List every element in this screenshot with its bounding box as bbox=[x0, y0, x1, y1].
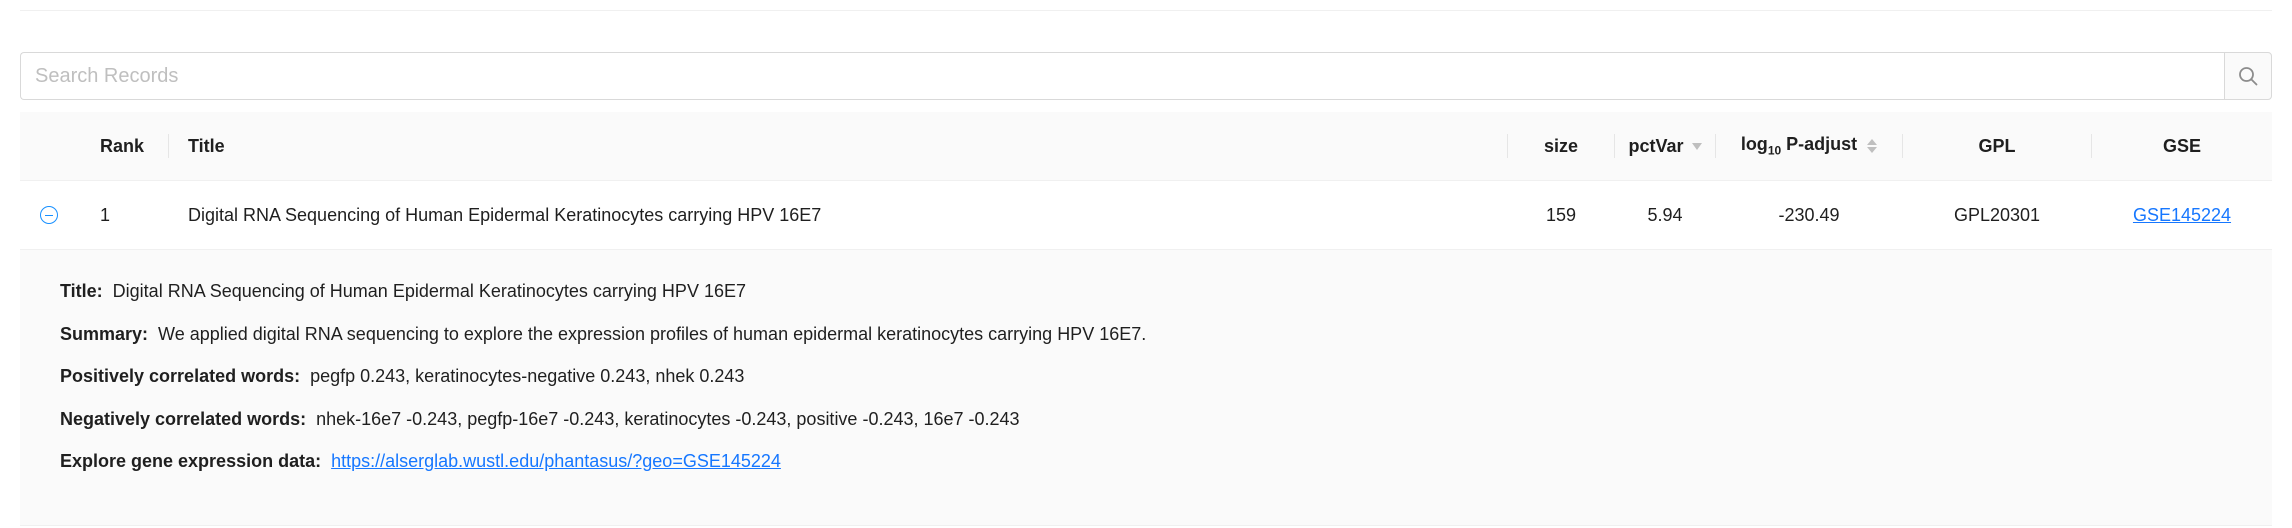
gse-link[interactable]: GSE145224 bbox=[2133, 205, 2231, 226]
search-bar bbox=[20, 52, 2272, 100]
detail-summary: Summary: We applied digital RNA sequenci… bbox=[60, 323, 1147, 344]
cell-padjust: -230.49 bbox=[1778, 204, 1840, 225]
detail-explore: Explore gene expression data: https://al… bbox=[60, 450, 781, 472]
header-pctvar[interactable]: pctVar bbox=[1615, 112, 1715, 180]
top-divider bbox=[20, 10, 2272, 11]
filter-icon[interactable] bbox=[1691, 142, 1702, 150]
header-gse: GSE bbox=[2162, 135, 2201, 156]
search-button[interactable] bbox=[2224, 52, 2272, 100]
table-header: Rank Title size pctVar log10 P-adjust GP… bbox=[20, 112, 2272, 181]
header-title: Title bbox=[188, 135, 225, 156]
sort-icon[interactable] bbox=[1867, 139, 1878, 153]
cell-size: 159 bbox=[1545, 204, 1577, 225]
header-padjust-label: log10 P-adjust bbox=[1740, 134, 1858, 158]
header-gpl: GPL bbox=[1978, 135, 2016, 156]
detail-positive-words: Positively correlated words: pegfp 0.243… bbox=[60, 366, 745, 386]
header-padjust[interactable]: log10 P-adjust bbox=[1716, 112, 1902, 180]
cell-rank: 1 bbox=[100, 204, 111, 225]
table-row: 1 Digital RNA Sequencing of Human Epider… bbox=[20, 181, 2272, 250]
header-separator bbox=[168, 134, 169, 158]
explore-link[interactable]: https://alserglab.wustl.edu/phantasus/?g… bbox=[331, 450, 781, 472]
collapse-row-icon[interactable] bbox=[40, 206, 58, 224]
cell-gpl: GPL20301 bbox=[1953, 204, 2041, 225]
header-expand-col bbox=[20, 112, 80, 180]
expanded-row-details: Title: Digital RNA Sequencing of Human E… bbox=[20, 250, 2272, 526]
detail-negative-words: Negatively correlated words: nhek-16e7 -… bbox=[60, 408, 1020, 429]
records-table: Rank Title size pctVar log10 P-adjust GP… bbox=[20, 112, 2272, 526]
header-rank: Rank bbox=[100, 135, 145, 156]
search-icon bbox=[2239, 67, 2258, 86]
expand-cell bbox=[40, 181, 80, 249]
cell-pctvar: 5.94 bbox=[1647, 204, 1683, 225]
search-input[interactable] bbox=[20, 52, 2224, 100]
cell-gse: GSE145224 bbox=[2092, 181, 2272, 249]
detail-title: Title: Digital RNA Sequencing of Human E… bbox=[60, 281, 746, 301]
cell-title: Digital RNA Sequencing of Human Epiderma… bbox=[188, 204, 822, 225]
header-size[interactable]: size bbox=[1508, 112, 1614, 180]
